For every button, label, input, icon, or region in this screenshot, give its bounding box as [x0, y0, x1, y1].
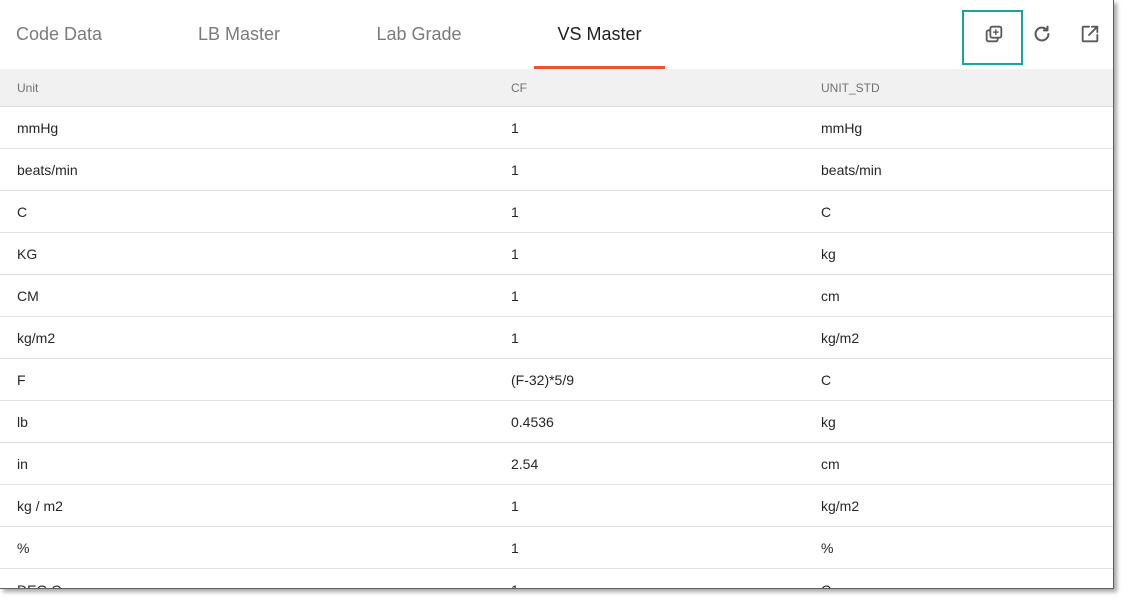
table-row[interactable]: kg/m2 1 kg/m2	[0, 317, 1113, 359]
cell-unit-std: C	[821, 371, 832, 388]
cell-cf: 1	[511, 329, 519, 346]
table-row[interactable]: in 2.54 cm	[0, 443, 1113, 485]
table-row[interactable]: F (F-32)*5/9 C	[0, 359, 1113, 401]
cell-unit-std: %	[821, 539, 834, 556]
cell-unit: mmHg	[17, 119, 59, 136]
cell-unit: F	[17, 371, 26, 388]
table-row[interactable]: KG 1 kg	[0, 233, 1113, 275]
cell-unit-std: beats/min	[821, 161, 882, 178]
cell-unit: beats/min	[17, 161, 78, 178]
tab-bar: Code Data LB Master Lab Grade VS Master	[0, 0, 1113, 69]
table-row[interactable]: DEG C 1 C	[0, 569, 1113, 589]
table-row[interactable]: mmHg 1 mmHg	[0, 107, 1113, 149]
column-header-unit[interactable]: Unit	[17, 69, 38, 106]
table-row[interactable]: CM 1 cm	[0, 275, 1113, 317]
cell-unit-std: C	[821, 203, 832, 220]
cell-unit-std: kg/m2	[821, 497, 860, 514]
cell-cf: 1	[511, 287, 519, 304]
cell-cf: 2.54	[511, 455, 539, 472]
cell-unit-std: C	[821, 569, 831, 589]
cell-unit: CM	[17, 287, 39, 304]
cell-cf: 1	[511, 497, 519, 514]
table-row[interactable]: kg / m2 1 kg/m2	[0, 485, 1113, 527]
cell-cf: (F-32)*5/9	[511, 371, 575, 388]
tab-lb-master[interactable]: LB Master	[179, 0, 299, 69]
refresh-icon[interactable]	[1029, 21, 1055, 47]
table-row[interactable]: C 1 C	[0, 191, 1113, 233]
cell-unit: C	[17, 203, 28, 220]
cell-cf: 0.4536	[511, 413, 554, 430]
cell-cf: 1	[511, 119, 519, 136]
cell-unit: in	[17, 455, 28, 472]
cell-cf: 1	[511, 569, 519, 589]
table-row[interactable]: lb 0.4536 kg	[0, 401, 1113, 443]
column-header-unit-std[interactable]: UNIT_STD	[821, 69, 880, 106]
cell-unit-std: kg	[821, 413, 836, 430]
cell-cf: 1	[511, 203, 519, 220]
table-header: Unit CF UNIT_STD	[0, 69, 1113, 107]
cell-unit: DEG C	[17, 569, 61, 589]
copy-icon[interactable]	[981, 21, 1007, 47]
tab-code-data[interactable]: Code Data	[0, 0, 118, 69]
cell-unit-std: mmHg	[821, 119, 863, 136]
cell-unit: lb	[17, 413, 28, 430]
open-external-icon[interactable]	[1077, 21, 1103, 47]
table-row[interactable]: % 1 %	[0, 527, 1113, 569]
cell-unit-std: cm	[821, 287, 840, 304]
cell-cf: 1	[511, 539, 519, 556]
table-row[interactable]: beats/min 1 beats/min	[0, 149, 1113, 191]
app-window: Code Data LB Master Lab Grade VS Master	[0, 0, 1114, 589]
tab-lab-grade[interactable]: Lab Grade	[357, 0, 481, 69]
column-header-cf[interactable]: CF	[511, 69, 527, 106]
cell-unit: KG	[17, 245, 38, 262]
cell-unit: kg / m2	[17, 497, 63, 514]
cell-unit: %	[17, 539, 30, 556]
cell-unit: kg/m2	[17, 329, 56, 346]
tab-vs-master[interactable]: VS Master	[534, 0, 665, 69]
cell-unit-std: kg/m2	[821, 329, 860, 346]
cell-unit-std: cm	[821, 455, 840, 472]
vs-master-table: Unit CF UNIT_STD mmHg 1 mmHg beats/min 1…	[0, 69, 1113, 589]
cell-cf: 1	[511, 245, 519, 262]
cell-cf: 1	[511, 161, 519, 178]
cell-unit-std: kg	[821, 245, 836, 262]
